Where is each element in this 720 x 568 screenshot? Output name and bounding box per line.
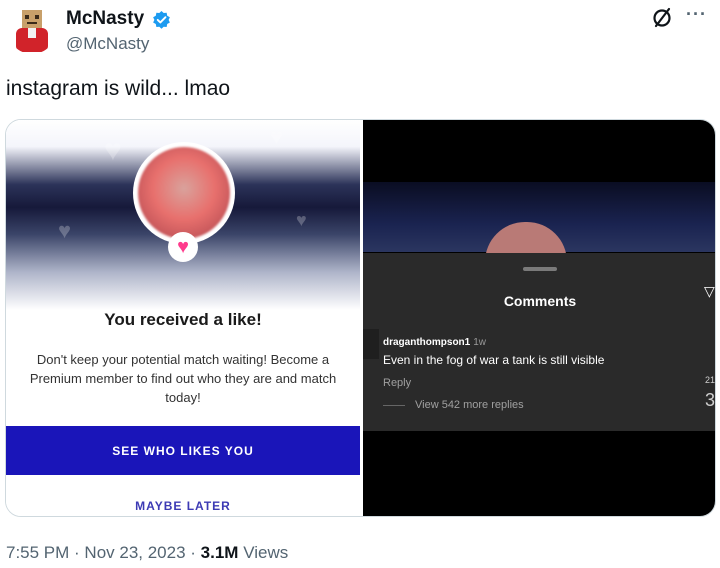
heart-icon: ♥ xyxy=(168,232,198,262)
side-count: 21 xyxy=(705,375,716,385)
heart-decoration-icon: ♥ xyxy=(58,218,72,243)
view-more-replies-link: View 542 more replies xyxy=(415,399,524,411)
meta-separator: · xyxy=(69,543,85,562)
blurred-profile-photo xyxy=(133,142,235,244)
commenter-avatar xyxy=(363,329,379,359)
sheet-grabber xyxy=(523,267,557,271)
comment-time: 1w xyxy=(473,337,487,348)
comments-sheet: Comments draganthompson1 1w Even in the f… xyxy=(363,253,715,431)
heart-decoration-icon: ♥ xyxy=(296,210,307,230)
see-who-likes-you-button: SEE WHO LIKES YOU xyxy=(6,426,360,475)
like-description: Don't keep your potential match waiting!… xyxy=(29,352,337,405)
views-count: 3.1M xyxy=(200,543,239,562)
verified-badge-icon xyxy=(152,10,171,29)
meta-separator: · xyxy=(185,543,201,562)
tweet-time[interactable]: 7:55 PM xyxy=(6,543,69,562)
screenshot-left-panel: ♥ ♥ ♥ ♥ ♥ You received a like! Don't kee… xyxy=(6,120,360,516)
more-options-icon[interactable]: ··· xyxy=(686,4,707,25)
author-name[interactable]: McNasty xyxy=(66,8,144,30)
screenshot-right-panel: Comments draganthompson1 1w Even in the f… xyxy=(363,120,716,516)
slashed-circle-icon[interactable] xyxy=(650,6,674,30)
comment-text: Even in the fog of war a tank is still v… xyxy=(383,353,605,367)
heart-decoration-icon: ♥ xyxy=(270,124,284,149)
tweet-meta: 7:55 PM · Nov 23, 2023 · 3.1M Views xyxy=(6,543,288,563)
tweet-media[interactable]: ♥ ♥ ♥ ♥ ♥ You received a like! Don't kee… xyxy=(5,119,716,517)
maybe-later-button: MAYBE LATER xyxy=(135,499,231,513)
tweet-text: instagram is wild... lmao xyxy=(6,77,231,100)
comment-username-text: draganthompson1 xyxy=(383,337,471,348)
views-label: Views xyxy=(238,543,289,562)
comments-title: Comments xyxy=(503,293,577,309)
tweet-date[interactable]: Nov 23, 2023 xyxy=(84,543,185,562)
share-icon: ▽ xyxy=(704,283,715,299)
replies-divider xyxy=(383,405,405,406)
author-avatar[interactable] xyxy=(8,6,56,54)
side-mark: 3 xyxy=(705,390,716,410)
heart-decoration-icon: ♥ xyxy=(104,134,122,167)
comment-reply-link: Reply xyxy=(383,377,412,389)
like-title: You received a like! xyxy=(104,310,262,329)
comment-username: draganthompson1 1w xyxy=(383,337,486,348)
author-handle[interactable]: @McNasty xyxy=(66,34,149,54)
